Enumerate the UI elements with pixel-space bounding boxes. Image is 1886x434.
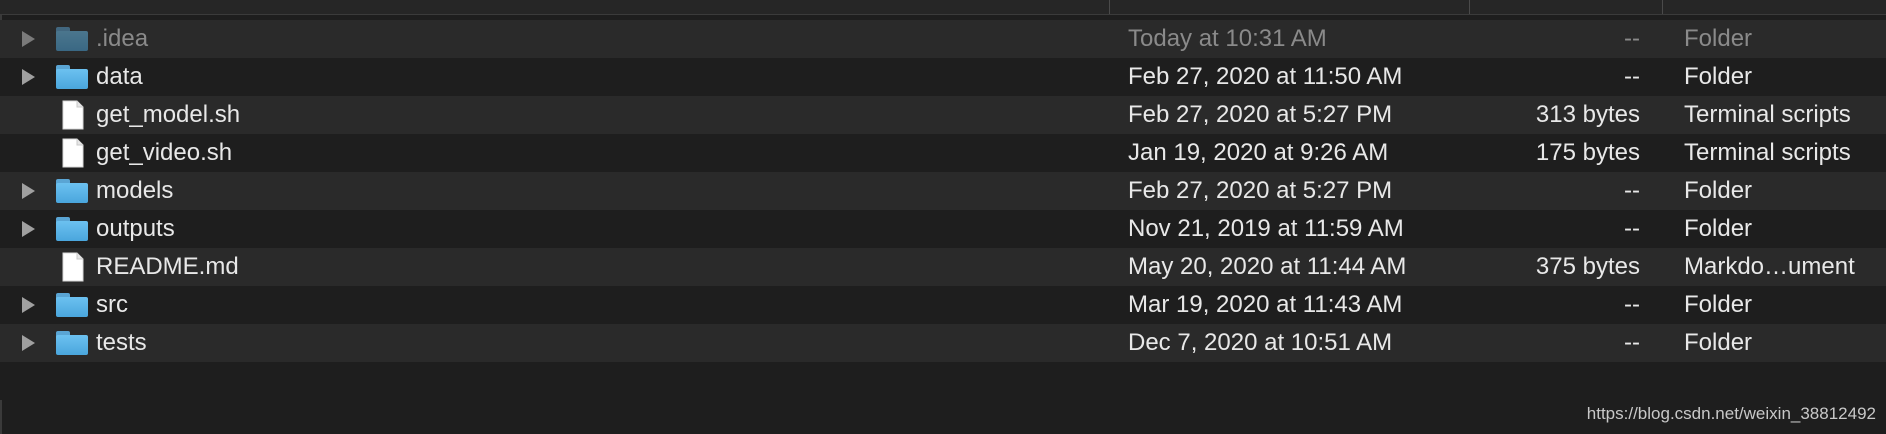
file-kind: Markdo…ument (1684, 253, 1855, 280)
file-name: get_video.sh (96, 139, 233, 166)
file-kind: Terminal scripts (1684, 101, 1851, 128)
file-kind: Folder (1684, 177, 1753, 204)
document-icon (62, 252, 84, 282)
folder-icon (56, 179, 88, 203)
file-row[interactable]: data Feb 27, 2020 at 11:50 AM -- Folder (0, 58, 1886, 96)
file-size: -- (1624, 215, 1640, 242)
file-size: -- (1624, 177, 1640, 204)
file-size: -- (1624, 25, 1640, 52)
column-divider[interactable] (1662, 0, 1663, 14)
file-kind: Folder (1684, 329, 1753, 356)
file-row[interactable]: tests Dec 7, 2020 at 10:51 AM -- Folder (0, 324, 1886, 362)
file-name: README.md (96, 253, 239, 280)
disclosure-triangle-icon[interactable] (22, 69, 35, 85)
empty-row (0, 362, 1886, 400)
folder-icon (56, 331, 88, 355)
column-header-bar[interactable] (0, 0, 1886, 15)
file-name: models (96, 177, 174, 204)
file-name: .idea (96, 25, 149, 52)
file-row[interactable]: .idea Today at 10:31 AM -- Folder (0, 20, 1886, 58)
column-divider[interactable] (1469, 0, 1470, 14)
finder-list-view: .idea Today at 10:31 AM -- Folder data Feb 27… (0, 0, 1886, 434)
folder-icon (56, 65, 88, 89)
file-name: src (96, 291, 128, 318)
column-divider[interactable] (1109, 0, 1110, 14)
date-modified: Today at 10:31 AM (1128, 25, 1327, 52)
file-row[interactable]: get_video.sh Jan 19, 2020 at 9:26 AM 175 b… (0, 134, 1886, 172)
file-size: 313 bytes (1535, 101, 1640, 128)
folder-icon (56, 217, 88, 241)
file-row[interactable]: README.md May 20, 2020 at 11:44 AM 375 byt… (0, 248, 1886, 286)
date-modified: Dec 7, 2020 at 10:51 AM (1128, 329, 1393, 356)
file-list: .idea Today at 10:31 AM -- Folder data Feb 27… (0, 20, 1886, 400)
file-kind: Folder (1684, 25, 1753, 52)
file-row[interactable]: models Feb 27, 2020 at 5:27 PM -- Folder (0, 172, 1886, 210)
file-row[interactable]: outputs Nov 21, 2019 at 11:59 AM -- Folder (0, 210, 1886, 248)
file-size: -- (1624, 291, 1640, 318)
date-modified: Nov 21, 2019 at 11:59 AM (1128, 215, 1404, 242)
disclosure-triangle-icon[interactable] (22, 31, 35, 47)
date-modified: Mar 19, 2020 at 11:43 AM (1128, 291, 1403, 318)
watermark: https://blog.csdn.net/weixin_38812492 (1586, 404, 1876, 423)
file-row[interactable]: src Mar 19, 2020 at 11:43 AM -- Folder (0, 286, 1886, 324)
date-modified: Feb 27, 2020 at 5:27 PM (1128, 177, 1393, 204)
date-modified: May 20, 2020 at 11:44 AM (1128, 253, 1407, 280)
file-size: -- (1624, 329, 1640, 356)
file-kind: Folder (1684, 291, 1753, 318)
date-modified: Feb 27, 2020 at 5:27 PM (1128, 101, 1393, 128)
date-modified: Feb 27, 2020 at 11:50 AM (1128, 63, 1403, 90)
date-modified: Jan 19, 2020 at 9:26 AM (1128, 139, 1389, 166)
file-name: get_model.sh (96, 101, 241, 128)
disclosure-triangle-icon[interactable] (22, 183, 35, 199)
disclosure-triangle-icon[interactable] (22, 297, 35, 313)
folder-icon (56, 293, 88, 317)
file-size: 175 bytes (1535, 139, 1640, 166)
file-kind: Terminal scripts (1684, 139, 1851, 166)
file-name: outputs (96, 215, 175, 242)
file-name: data (96, 63, 143, 90)
disclosure-triangle-icon[interactable] (22, 221, 35, 237)
file-name: tests (96, 329, 147, 356)
folder-icon (56, 27, 88, 51)
file-kind: Folder (1684, 63, 1753, 90)
file-size: 375 bytes (1535, 253, 1640, 280)
file-row[interactable]: get_model.sh Feb 27, 2020 at 5:27 PM 313 b… (0, 96, 1886, 134)
disclosure-triangle-icon[interactable] (22, 335, 35, 351)
document-icon (62, 100, 84, 130)
document-icon (62, 138, 84, 168)
file-size: -- (1624, 63, 1640, 90)
file-kind: Folder (1684, 215, 1753, 242)
